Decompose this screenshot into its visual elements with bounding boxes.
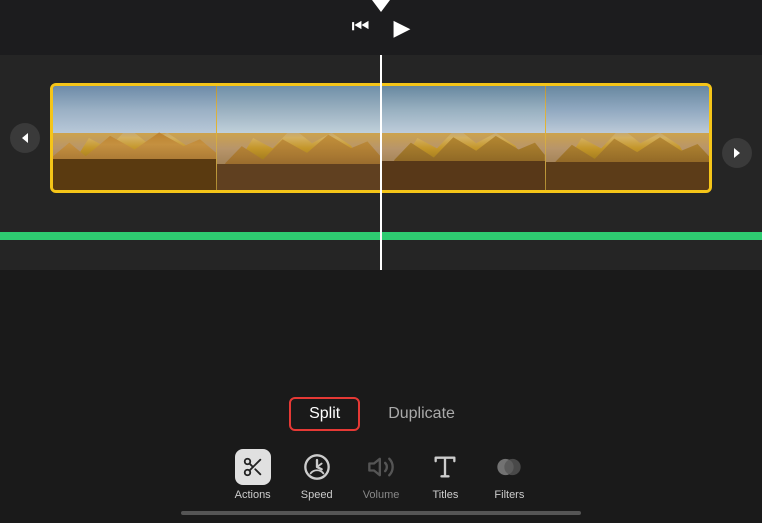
volume-icon — [363, 449, 399, 485]
playhead-line — [380, 55, 382, 270]
titles-tool[interactable]: Titles — [427, 449, 463, 501]
clip-frame-2 — [217, 86, 381, 190]
timeline-area — [0, 55, 762, 270]
go-to-start-button[interactable]: ⏮ — [340, 8, 382, 47]
filters-label: Filters — [494, 489, 524, 501]
titles-label: Titles — [432, 489, 458, 501]
nav-arrow-right-button[interactable] — [722, 138, 752, 168]
play-button[interactable]: ▶ — [382, 7, 423, 49]
handle-bar — [181, 511, 581, 515]
bottom-toolbar: Split Duplicate Actions — [0, 383, 762, 523]
speed-tool[interactable]: Speed — [299, 449, 335, 501]
volume-tool[interactable]: Volume — [363, 449, 400, 501]
volume-label: Volume — [363, 489, 400, 501]
actions-tool[interactable]: Actions — [235, 449, 271, 501]
tab-row: Split Duplicate — [289, 383, 473, 441]
split-tab[interactable]: Split — [289, 397, 360, 431]
actions-label: Actions — [235, 489, 271, 501]
transport-bar: ⏮ ▶ — [0, 0, 762, 55]
filters-icon — [491, 449, 527, 485]
clip-frame-4 — [546, 86, 709, 190]
scissors-icon — [235, 449, 271, 485]
filters-tool[interactable]: Filters — [491, 449, 527, 501]
speed-label: Speed — [301, 489, 333, 501]
clip-frame-3 — [382, 86, 546, 190]
nav-arrow-left-button[interactable] — [10, 123, 40, 153]
duplicate-tab[interactable]: Duplicate — [370, 399, 473, 429]
playhead-triangle — [372, 0, 390, 12]
titles-icon — [427, 449, 463, 485]
tools-row: Actions Speed — [235, 441, 528, 509]
speed-icon — [299, 449, 335, 485]
clip-frame-1 — [53, 86, 217, 190]
